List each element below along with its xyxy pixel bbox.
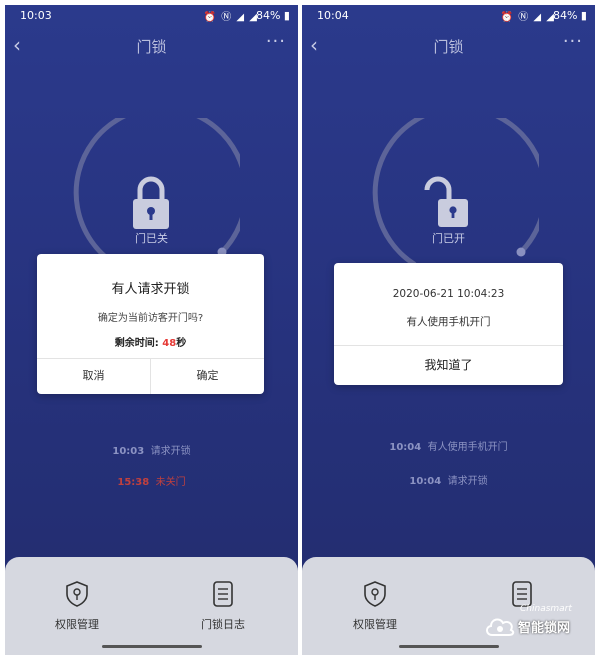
log-entry: 10:04 请求开锁 [302,472,595,487]
cancel-button[interactable]: 取消 [37,358,150,394]
list-document-icon [213,581,233,607]
notice-message: 有人使用手机开门 [406,316,491,328]
countdown-label: 剩余时间: [114,338,163,349]
more-options-icon[interactable]: ··· [266,31,286,52]
log-entry: 10:04 有人使用手机开门 [302,438,595,453]
page-title: 门锁 [136,38,167,56]
phone-screen-left: 10:03 ⏰ Ⓝ ◢ ◢ 84% ▮ ‹ 门锁 ··· 门已关 有人请求开锁 … [5,5,298,655]
tab-permissions[interactable]: 权限管理 [330,581,420,632]
log-entry-alert: 15:38 未关门 [5,473,298,488]
watermark-domain: Chinasmart [520,604,572,614]
open-padlock-icon [424,176,468,227]
status-bar: 10:04 ⏰ Ⓝ ◢ ◢ 84% ▮ [302,5,595,27]
lock-state-label: 门已关 [135,232,168,245]
log-entry: 10:03 请求开锁 [5,442,298,457]
bottom-action-sheet: 权限管理 Chinasmart 智能锁网 [302,557,595,655]
log-text: 有人使用手机开门 [427,442,508,453]
log-time: 10:03 [112,446,145,457]
app-bar: ‹ 门锁 ··· [302,31,595,61]
status-icons: ⏰ Ⓝ ◢ ◢ [203,12,258,23]
log-text: 请求开锁 [447,476,488,487]
ring-indicator-dot [516,247,526,257]
app-bar: ‹ 门锁 ··· [5,31,298,61]
shield-key-icon [66,581,88,607]
shield-key-icon [364,581,386,607]
tab-door-log[interactable]: 门锁日志 [178,581,268,632]
log-time: 10:04 [409,476,442,487]
log-text: 请求开锁 [150,446,191,457]
log-text: 未关门 [155,477,186,488]
bottom-action-sheet: 权限管理 门锁日志 [5,557,298,655]
log-time: 10:04 [389,442,422,453]
status-time: 10:04 [317,9,349,22]
home-indicator[interactable] [102,645,202,648]
tab-label: 门锁日志 [201,618,245,631]
tab-permissions[interactable]: 权限管理 [32,581,122,632]
acknowledge-button[interactable]: 我知道了 [334,345,563,385]
lock-state-label: 门已开 [432,232,465,245]
countdown: 剩余时间: 48秒 [37,334,264,349]
closed-padlock-icon [133,176,169,229]
more-options-icon[interactable]: ··· [563,31,583,52]
countdown-unit: 秒 [176,338,187,349]
countdown-value: 48 [162,338,177,349]
page-title: 门锁 [433,38,464,56]
battery-level: 84% ▮ [255,9,290,22]
home-indicator[interactable] [399,645,499,648]
tab-label: 权限管理 [55,618,99,631]
phone-screen-right: 10:04 ⏰ Ⓝ ◢ ◢ 84% ▮ ‹ 门锁 ··· 门已开 2020-06… [302,5,595,655]
dialog-title: 有人请求开锁 [111,282,190,297]
status-time: 10:03 [20,9,52,22]
notice-datetime: 2020-06-21 10:04:23 [392,288,505,300]
cloud-logo-icon [486,618,515,636]
confirm-button[interactable]: 确定 [151,358,264,394]
status-icons: ⏰ Ⓝ ◢ ◢ [500,12,555,23]
unlock-request-dialog: 有人请求开锁 确定为当前访客开门吗? 剩余时间: 48秒 取消 确定 [37,254,264,394]
watermark-brand: 智能锁网 [518,621,571,636]
log-time: 15:38 [117,477,150,488]
phone-unlock-notice-dialog: 2020-06-21 10:04:23 有人使用手机开门 我知道了 [334,263,563,385]
watermark: Chinasmart 智能锁网 [484,601,592,641]
battery-level: 84% ▮ [552,9,587,22]
tab-label: 权限管理 [353,618,397,631]
status-bar: 10:03 ⏰ Ⓝ ◢ ◢ 84% ▮ [5,5,298,27]
dialog-message: 确定为当前访客开门吗? [97,313,204,324]
